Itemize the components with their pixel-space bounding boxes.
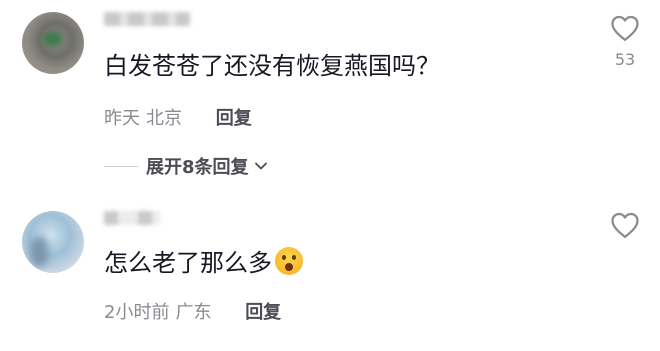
comment-meta: 2小时前 广东 回复 <box>104 298 281 324</box>
reply-button[interactable]: 回复 <box>216 108 252 129</box>
expand-replies-label: 展开8条回复 <box>146 157 249 178</box>
like-button[interactable] <box>604 211 646 239</box>
like-button[interactable]: 53 <box>604 14 646 69</box>
comment-item: 白发苍苍了还没有恢复燕国吗？ 昨天 北京 回复 53 展开8条回复 <box>0 0 660 195</box>
comment-time: 昨天 <box>104 108 140 129</box>
comment-location: 北京 <box>146 108 182 129</box>
astonished-face-icon <box>275 247 303 275</box>
avatar[interactable] <box>22 211 84 273</box>
comment-location: 广东 <box>175 302 212 323</box>
heart-outline-icon <box>611 212 639 238</box>
comment-text: 白发苍苍了还没有恢复燕国吗？ <box>104 52 440 80</box>
comment-text-row: 怎么老了那么多 <box>104 247 303 279</box>
avatar[interactable] <box>22 12 84 74</box>
username-blurred[interactable] <box>104 211 160 225</box>
chevron-down-icon <box>254 162 267 170</box>
like-count: 53 <box>614 50 636 69</box>
comment-time: 2小时前 <box>104 302 170 323</box>
heart-outline-icon <box>611 15 639 41</box>
expand-replies-button[interactable]: 展开8条回复 <box>104 152 269 180</box>
comment-meta: 昨天 北京 回复 <box>104 104 252 130</box>
comment-text: 怎么老了那么多 <box>104 249 272 277</box>
divider-line <box>104 165 138 167</box>
comment-item: 怎么老了那么多 2小时前 广东 回复 <box>0 195 660 351</box>
username-blurred[interactable] <box>104 12 190 26</box>
reply-button[interactable]: 回复 <box>245 302 281 323</box>
